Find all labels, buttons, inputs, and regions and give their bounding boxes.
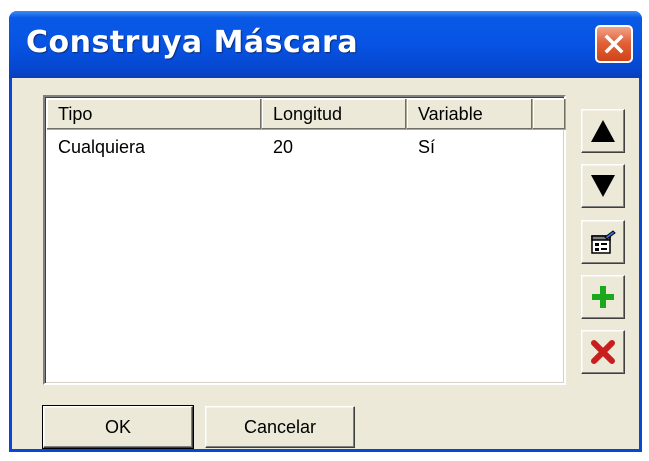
column-header-variable[interactable]: Variable: [407, 99, 533, 130]
column-header-tipo[interactable]: Tipo: [47, 99, 262, 130]
delete-button[interactable]: [581, 330, 625, 374]
add-button[interactable]: [581, 275, 625, 319]
cell-longitud: 20: [273, 137, 294, 157]
column-header-filler: [533, 99, 566, 130]
close-button[interactable]: [595, 25, 633, 63]
title-bar[interactable]: Construya Máscara: [9, 11, 642, 78]
close-icon: [604, 34, 624, 54]
mask-list[interactable]: Tipo Longitud Variable Cualquiera 20 Sí: [43, 95, 566, 385]
cell-tipo: Cualquiera: [58, 137, 146, 157]
cell-variable: Sí: [418, 137, 436, 157]
move-down-button[interactable]: [581, 164, 625, 208]
delete-icon: [591, 340, 615, 364]
move-up-button[interactable]: [581, 109, 625, 153]
properties-icon: [591, 230, 616, 254]
window-title: Construya Máscara: [26, 25, 359, 60]
cancel-button[interactable]: Cancelar: [205, 406, 355, 448]
dialog-window: Construya Máscara Tipo Longitud Variable…: [9, 11, 642, 452]
list-header: Tipo Longitud Variable: [47, 99, 566, 130]
add-icon: [592, 286, 614, 308]
properties-button[interactable]: [581, 220, 625, 264]
ok-button[interactable]: OK: [42, 405, 194, 449]
column-header-longitud[interactable]: Longitud: [262, 99, 407, 130]
arrow-up-icon: [591, 120, 615, 142]
table-row[interactable]: Cualquiera 20 Sí: [47, 133, 533, 161]
arrow-down-icon: [591, 175, 615, 197]
